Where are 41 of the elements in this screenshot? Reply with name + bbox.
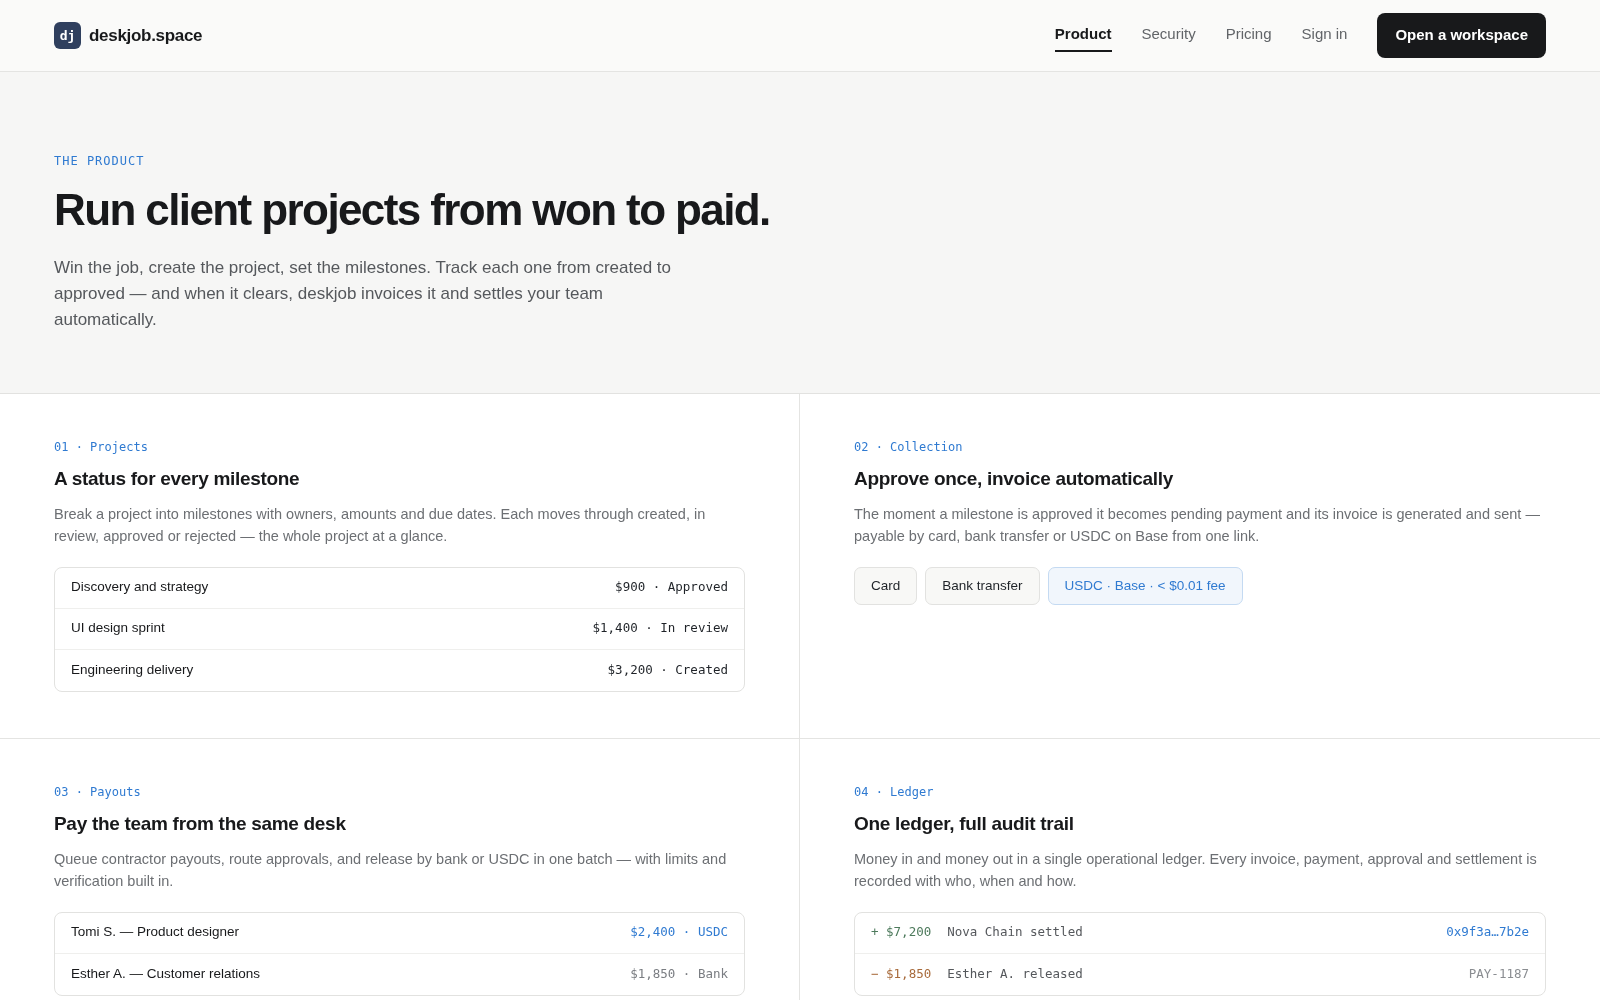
nav-link[interactable]: Sign in: [1301, 19, 1348, 52]
nav-link[interactable]: Product: [1054, 19, 1112, 52]
row-label: Discovery and strategy: [71, 578, 209, 597]
payment-option[interactable]: Card: [854, 566, 918, 605]
row-value: $2,400 · USDC: [630, 923, 728, 942]
cta-button[interactable]: Open a workspace: [1377, 13, 1546, 58]
row-value: $3,200 · Created: [607, 660, 728, 679]
eyebrow-label: THE PRODUCT: [54, 153, 146, 170]
row-label: UI design sprint: [71, 619, 165, 638]
transaction-link[interactable]: 0x9f3a…7b2e: [1446, 923, 1529, 942]
ledger-amount: − $1,850: [871, 964, 932, 983]
nav-link[interactable]: Security: [1141, 19, 1196, 52]
brand-name: deskjob.space: [89, 24, 203, 47]
row-value: $1,400 · In review: [592, 619, 728, 638]
section-description: Queue contractor payouts, route approvals, and release by bank or USDC in one batch — with limits and verification built in.: [54, 849, 728, 891]
row-value: $1,850 · Bank: [630, 964, 728, 983]
row-label: Esther A. — Customer relations: [71, 964, 261, 983]
section-title: Approve once, invoice automatically: [854, 467, 1174, 491]
section-tag: 03 · Payouts: [54, 782, 745, 801]
ledger-description: Nova Chain settled: [947, 923, 1083, 942]
payment-option[interactable]: Bank transfer: [925, 566, 1040, 605]
section-description: Money in and money out in a single operational ledger. Every invoice, payment, approval and settlement is recorded with who, when and how.: [854, 849, 1538, 891]
hero-title: Run client projects from won to paid.: [54, 184, 771, 236]
ledger-amount: + $7,200: [871, 923, 932, 942]
row-value: $900 · Approved: [615, 578, 728, 597]
section-description: The moment a milestone is approved it becomes pending payment and its invoice is generated and sent — payable by card, bank transfer or USDC on Base from one link.: [854, 504, 1541, 546]
logo-icon: dj: [54, 22, 81, 49]
ledger-description: Esther A. released: [947, 964, 1083, 983]
row-label: Tomi S. — Product designer: [71, 923, 240, 942]
section-tag: 04 · Ledger: [854, 782, 1546, 801]
reference-id: PAY-1187: [1468, 964, 1529, 983]
section-title: A status for every milestone: [54, 467, 301, 491]
section-description: Break a project into milestones with owners, amounts and due dates. Each moves through created, in review, approved or rejected — the whole project at a glance.: [54, 504, 707, 546]
payment-option[interactable]: USDC · Base · < $0.01 fee: [1047, 566, 1243, 605]
section-tag: 02 · Collection: [854, 437, 1546, 456]
row-label: Engineering delivery: [71, 660, 194, 679]
section-title: One ledger, full audit trail: [854, 812, 1075, 836]
section-tag: 01 · Projects: [54, 437, 745, 456]
nav-link[interactable]: Pricing: [1225, 19, 1272, 52]
hero-lead: Win the job, create the project, set the milestones. Track each one from created to approved — and when it clears, deskjob invoices it and settles your team automatically.: [54, 256, 673, 331]
section-title: Pay the team from the same desk: [54, 812, 347, 836]
